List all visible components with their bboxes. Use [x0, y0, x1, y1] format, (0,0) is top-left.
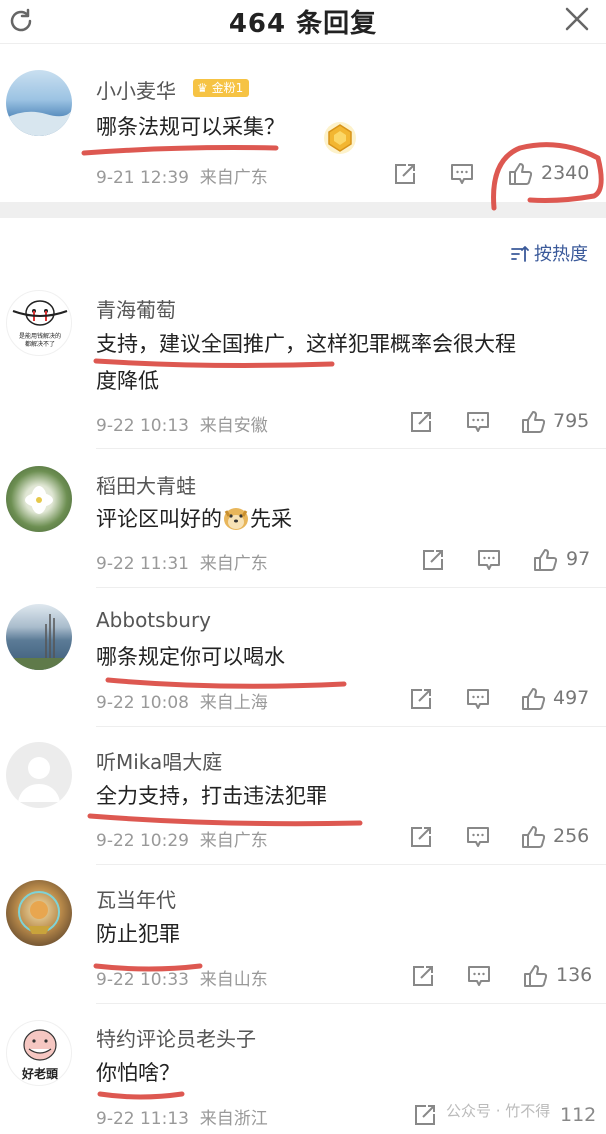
comment-text: 全力支持，打击违法犯罪 — [96, 784, 327, 808]
comment-text-continued: 度降低 — [96, 369, 159, 393]
comment-icon[interactable] — [476, 547, 502, 573]
sort-icon — [511, 246, 529, 262]
main-comment: 小小麦华 ♛ 金粉1 哪条法规可以采集？ 9-21 12:39 来自广东 234… — [0, 52, 606, 202]
comment-meta: 9-22 10:13 来自安徽 — [96, 411, 268, 436]
annotation-underline — [97, 1091, 185, 1100]
comment-location: 来自安徽 — [199, 416, 268, 436]
comment-time: 9-22 10:29 — [96, 831, 189, 851]
comment-text: 哪条法规可以采集？ — [96, 115, 285, 139]
comment-location: 来自山东 — [199, 970, 268, 990]
page-title: 464 条回复 — [228, 9, 378, 39]
avatar[interactable] — [6, 742, 72, 808]
comment-time: 9-22 11:31 — [96, 554, 189, 574]
avatar[interactable] — [6, 604, 72, 670]
like-icon[interactable] — [532, 547, 558, 573]
avatar-caption: 是能用钱解决的 都解决不了 — [18, 333, 61, 348]
comment-text: 防止犯罪 — [96, 922, 180, 946]
like-count: 97 — [566, 548, 591, 570]
header: 464 条回复 — [0, 0, 606, 44]
like-count: 112 — [560, 1104, 597, 1126]
like-icon[interactable] — [520, 409, 546, 435]
share-icon[interactable] — [408, 824, 434, 850]
like-count: 2340 — [541, 162, 590, 184]
avatar[interactable] — [6, 880, 72, 946]
comment-meta: 9-22 10:33 来自山东 — [96, 965, 268, 990]
comment-text-part: 先采 — [250, 507, 292, 531]
comment-icon[interactable] — [466, 963, 492, 989]
like-count: 256 — [553, 825, 590, 847]
crown-icon: ♛ — [197, 81, 208, 95]
close-icon[interactable] — [564, 6, 590, 32]
comment-time: 9-22 11:13 — [96, 1109, 189, 1129]
section-divider — [0, 202, 606, 218]
comment-meta: 9-22 10:29 来自广东 — [96, 826, 268, 851]
share-icon[interactable] — [408, 409, 434, 435]
share-icon[interactable] — [410, 963, 436, 989]
like-count: 136 — [556, 964, 593, 986]
comment-text: 哪条规定你可以喝水 — [96, 645, 285, 669]
share-icon[interactable] — [412, 1102, 438, 1128]
comment-text-part: 评论区叫好的 — [96, 507, 222, 531]
divider — [96, 864, 606, 865]
like-count: 795 — [553, 410, 590, 432]
divider — [96, 1003, 606, 1004]
comment-author[interactable]: 青海葡萄 — [96, 294, 176, 323]
like-icon[interactable] — [520, 686, 546, 712]
doge-emoji-icon — [224, 508, 248, 530]
badge-label: 金粉1 — [211, 81, 244, 95]
sort-label: 按热度 — [534, 244, 588, 265]
like-icon[interactable] — [522, 963, 548, 989]
comment-meta: 9-21 12:39 来自广东 — [96, 163, 268, 188]
comment-location: 来自上海 — [199, 693, 268, 713]
share-icon[interactable] — [420, 547, 446, 573]
watermark: 公众号 · 竹不得 — [446, 1102, 551, 1120]
fan-badge: ♛ 金粉1 — [193, 79, 250, 97]
share-icon[interactable] — [392, 161, 418, 187]
avatar-caption: 好老頭 — [21, 1067, 58, 1081]
avatar[interactable]: 是能用钱解决的 都解决不了 — [6, 290, 72, 356]
avatar[interactable]: 好老頭 — [6, 1020, 72, 1086]
sort-toggle[interactable]: 按热度 — [510, 240, 588, 266]
comment-text: 你怕啥？ — [96, 1061, 180, 1085]
divider — [96, 726, 606, 727]
gold-gem-emoji-icon — [324, 122, 356, 154]
annotation-underline — [105, 677, 347, 689]
comment-time: 9-21 12:39 — [96, 168, 189, 188]
avatar[interactable] — [6, 70, 72, 136]
comment-time: 9-22 10:08 — [96, 693, 189, 713]
divider — [96, 448, 606, 449]
comment-author[interactable]: 稻田大青蛙 — [96, 470, 196, 499]
comment-icon[interactable] — [465, 824, 491, 850]
comment-location: 来自浙江 — [199, 1109, 268, 1129]
comment-meta: 9-22 10:08 来自上海 — [96, 688, 268, 713]
comment-text: 评论区叫好的 先采 — [96, 502, 292, 536]
comment-time: 9-22 10:13 — [96, 416, 189, 436]
comment-author[interactable]: 小小麦华 — [96, 75, 176, 104]
like-icon[interactable] — [520, 824, 546, 850]
comment-time: 9-22 10:33 — [96, 970, 189, 990]
comment-text: 支持，建议全国推广，这样犯罪概率会很大程 — [96, 332, 516, 356]
comment-location: 来自广东 — [199, 554, 268, 574]
share-icon[interactable] — [408, 686, 434, 712]
comment-icon[interactable] — [449, 161, 475, 187]
comment-meta: 9-22 11:31 来自广东 — [96, 549, 268, 574]
like-count: 497 — [553, 687, 590, 709]
comment-author[interactable]: 听Mika唱大庭 — [96, 746, 222, 775]
comment-icon[interactable] — [465, 409, 491, 435]
comment-author[interactable]: 特约评论员老头子 — [96, 1023, 256, 1052]
like-icon[interactable] — [507, 161, 533, 187]
annotation-underline — [87, 813, 363, 827]
divider — [96, 587, 606, 588]
comment-author[interactable]: 瓦当年代 — [96, 884, 176, 913]
avatar[interactable] — [6, 466, 72, 532]
comment-location: 来自广东 — [199, 831, 268, 851]
comment-icon[interactable] — [465, 686, 491, 712]
comment-author[interactable]: Abbotsbury — [96, 608, 211, 632]
comment-meta: 9-22 11:13 来自浙江 — [96, 1104, 268, 1129]
comment-location: 来自广东 — [199, 168, 268, 188]
